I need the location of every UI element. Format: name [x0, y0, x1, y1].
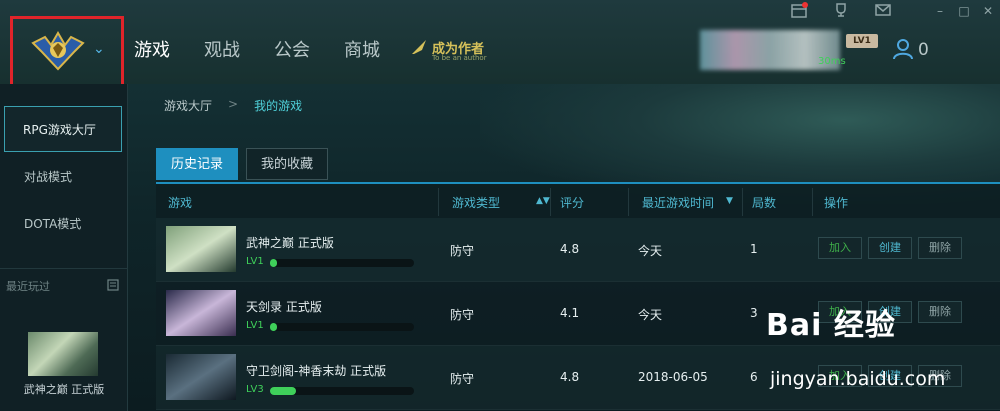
level-progress-fill: [270, 259, 278, 267]
last-played: 今天: [638, 308, 663, 322]
column-divider: [628, 188, 629, 216]
level-progress-fill: [270, 323, 278, 331]
game-type: 防守: [450, 244, 475, 258]
column-divider: [550, 188, 551, 216]
column-divider: [812, 188, 813, 216]
shield-logo-icon: [31, 31, 85, 71]
user-area: 30ms LV1 0: [700, 30, 1000, 70]
header-rounds: 局数: [752, 196, 777, 210]
notification-dot: [802, 2, 808, 8]
tab-favorites[interactable]: 我的收藏: [246, 148, 329, 180]
mail-icon[interactable]: [874, 2, 892, 18]
game-rating: 4.8: [560, 242, 580, 256]
last-played: 2018-06-05: [638, 370, 708, 384]
watermark-url: jingyan.baidu.com: [770, 368, 946, 390]
close-icon[interactable]: ✕: [976, 0, 1000, 22]
header-last-played[interactable]: 最近游戏时间: [642, 194, 714, 211]
create-button[interactable]: 创建: [868, 237, 912, 259]
tab-bar: 历史记录 我的收藏: [156, 148, 336, 180]
level-progress-bar: [270, 259, 414, 267]
breadcrumb-current: 我的游戏: [254, 99, 303, 113]
delete-button[interactable]: 删除: [918, 237, 962, 259]
minimize-icon[interactable]: –: [928, 0, 952, 22]
level-progress-bar: [270, 387, 414, 395]
column-divider: [438, 188, 439, 216]
level-progress-bar: [270, 323, 414, 331]
breadcrumb-root[interactable]: 游戏大厅: [164, 97, 212, 114]
game-level: LV1: [246, 320, 264, 331]
user-icon[interactable]: [892, 38, 914, 60]
calendar-notify[interactable]: [790, 2, 808, 22]
header-type[interactable]: 游戏类型: [452, 194, 500, 211]
nav-item-spectate[interactable]: 观战: [204, 36, 240, 62]
sidebar-item-dota-mode[interactable]: DOTA模式: [0, 201, 128, 247]
nav-item-game[interactable]: 游戏: [134, 36, 170, 62]
watermark-logo: Bai 经验: [766, 308, 896, 343]
game-thumbnail: [166, 226, 236, 272]
header-rating[interactable]: 评分: [560, 194, 584, 211]
app-logo-menu[interactable]: ⌄: [10, 16, 124, 88]
game-level: LV3: [246, 384, 264, 395]
sort-icon[interactable]: ▲▼: [536, 196, 550, 206]
game-type: 防守: [450, 372, 475, 386]
table-header: 游戏 游戏类型 ▲▼ 评分 最近游戏时间 ▼ 局数 操作: [156, 182, 1000, 218]
column-divider: [742, 188, 743, 216]
sidebar-item-rpg-lobby[interactable]: RPG游戏大厅: [4, 106, 122, 152]
game-name[interactable]: 武神之巅 正式版: [246, 234, 334, 251]
friend-count: 0: [918, 40, 929, 60]
nav-item-shop[interactable]: 商城: [344, 36, 380, 62]
breadcrumb: 游戏大厅 > 我的游戏: [164, 97, 302, 114]
become-author-link[interactable]: 成为作者 To be an author: [410, 36, 500, 66]
game-thumbnail: [166, 290, 236, 336]
recent-game-thumbnail[interactable]: [28, 332, 98, 376]
game-level: LV1: [246, 256, 264, 267]
trophy-icon[interactable]: [832, 2, 850, 18]
rounds: 1: [750, 242, 758, 256]
top-icons: [790, 2, 892, 22]
tab-history[interactable]: 历史记录: [156, 148, 239, 180]
table-row[interactable]: 武神之巅 正式版 LV1 防守 4.8 今天 1 加入 创建 删除: [156, 218, 1000, 282]
game-rating: 4.8: [560, 370, 580, 384]
divider: [0, 268, 128, 269]
game-thumbnail: [166, 354, 236, 400]
breadcrumb-separator: >: [228, 97, 239, 111]
sidebar: RPG游戏大厅 对战模式 DOTA模式 最近玩过 武神之巅 正式版: [0, 84, 128, 411]
game-type: 防守: [450, 308, 475, 322]
recent-played-label: 最近玩过: [6, 280, 50, 293]
maximize-icon[interactable]: □: [952, 0, 976, 22]
window-controls: – □ ✕: [928, 0, 1000, 22]
rounds: 3: [750, 306, 758, 320]
game-rating: 4.1: [560, 306, 580, 320]
ping-indicator: 30ms: [818, 56, 846, 67]
chevron-down-icon[interactable]: ⌄: [93, 41, 105, 57]
header-action: 操作: [824, 196, 849, 210]
rounds: 6: [750, 370, 758, 384]
list-icon[interactable]: [106, 278, 120, 292]
sidebar-item-battle-mode[interactable]: 对战模式: [0, 154, 128, 200]
game-name[interactable]: 守卫剑阁-神香末劫 正式版: [246, 362, 386, 379]
top-bar: ⌄ 游戏 观战 公会 商城 成为作者 To be an author – □ ✕…: [0, 0, 1000, 88]
last-played: 今天: [638, 244, 663, 258]
quill-icon: [412, 40, 426, 54]
recent-game-name: 武神之巅 正式版: [23, 383, 105, 396]
sort-desc-icon[interactable]: ▼: [726, 196, 733, 206]
main-nav: 游戏 观战 公会 商城: [134, 36, 414, 62]
level-badge: LV1: [846, 34, 878, 48]
header-game: 游戏: [168, 196, 193, 210]
author-subtitle: To be an author: [432, 54, 487, 62]
join-button[interactable]: 加入: [818, 237, 862, 259]
baidu-watermark: Bai 经验 jingyan.baidu.com: [760, 300, 1000, 411]
game-name[interactable]: 天剑录 正式版: [246, 298, 322, 315]
nav-item-guild[interactable]: 公会: [274, 36, 310, 62]
level-progress-fill: [270, 387, 296, 395]
